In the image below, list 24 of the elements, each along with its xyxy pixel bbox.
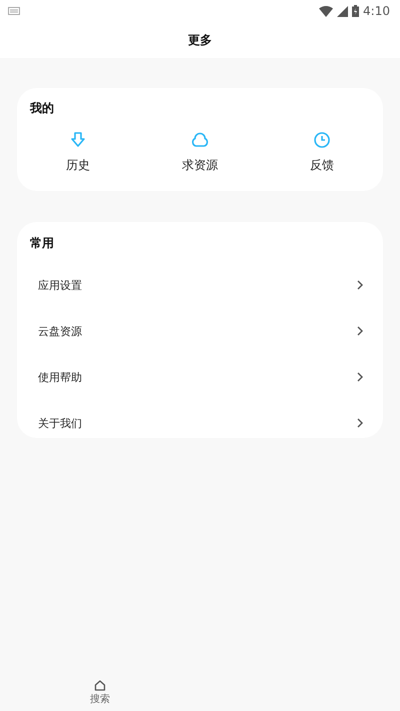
battery-icon — [352, 5, 360, 17]
cloud-icon — [191, 131, 209, 149]
download-icon — [69, 131, 87, 149]
signal-icon — [337, 6, 348, 16]
clock-icon — [313, 131, 331, 149]
shortcut-item[interactable]: 求资源 — [139, 131, 261, 174]
menu-item[interactable]: 云盘资源 — [38, 324, 82, 338]
wifi-icon — [319, 6, 334, 16]
page-title: 更多 — [188, 32, 212, 48]
home-icon — [94, 680, 106, 691]
keyboard-icon — [8, 7, 20, 15]
menu-item[interactable]: 应用设置 — [38, 278, 82, 292]
chevron-icon — [357, 372, 363, 382]
shortcut-item[interactable]: 历史 — [17, 131, 139, 174]
menu-item[interactable]: 关于我们 — [38, 416, 82, 430]
status-time: 4:10 — [363, 4, 390, 18]
chevron-icon — [357, 280, 363, 290]
section-title: 我的 — [30, 100, 55, 117]
menu-item[interactable]: 使用帮助 — [38, 370, 82, 384]
chevron-icon — [357, 418, 363, 428]
section-title: 常用 — [30, 235, 55, 252]
nav-tab[interactable]: 搜索 — [0, 671, 200, 711]
shortcut-item[interactable]: 反馈 — [261, 131, 383, 174]
chevron-icon — [357, 326, 363, 336]
